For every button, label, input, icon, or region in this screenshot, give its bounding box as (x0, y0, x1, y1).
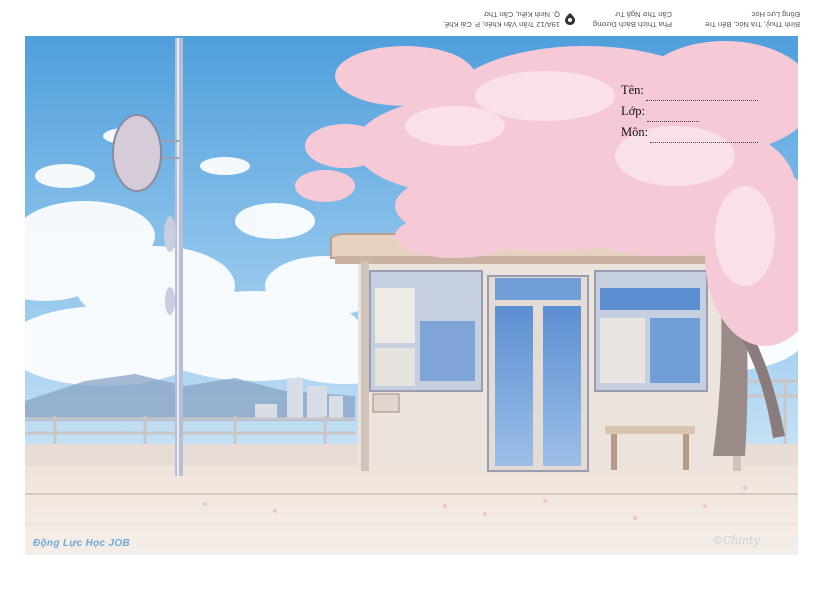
road (25, 466, 798, 555)
header-col-3-line-1: 19A/12 Trần Văn Khéo, P. Cái Khế, (442, 20, 560, 29)
header-col-2-line-2: Cần Thơ Ngã Tư (615, 10, 672, 19)
student-info-form: Tên: Lớp: Môn: (621, 80, 759, 143)
subject-field[interactable]: Môn: (621, 122, 759, 143)
header-col-3: 19A/12 Trần Văn Khéo, P. Cái Khế, Q. Nin… (443, 9, 560, 29)
subject-label: Môn: (621, 125, 649, 139)
location-pin-icon (565, 13, 575, 25)
header-col-2-line-1: Pha Thích Bách Dương (592, 20, 672, 29)
header-info-strip: Bình Thuỷ, Trà Nóc, Bến Tre Đồng Lực Học… (430, 2, 800, 32)
bus-shelter (330, 233, 743, 472)
name-blank-line[interactable] (645, 88, 758, 101)
class-blank-line[interactable] (646, 109, 699, 122)
header-col-1: Bình Thuỷ, Trà Nóc, Bến Tre Đồng Lực Học (705, 9, 800, 29)
name-field[interactable]: Tên: (621, 80, 758, 101)
header-col-1-line-1: Bình Thuỷ, Trà Nóc, Bến Tre (705, 20, 800, 29)
header-col-1-line-2: Đồng Lực Học (751, 10, 800, 19)
artist-signature: ©Chinty (712, 534, 760, 547)
mirror-sign (112, 114, 162, 192)
class-field[interactable]: Lớp: (621, 101, 758, 122)
brand-label: Động Lực Học JOB (33, 538, 130, 549)
header-col-3-line-2: Q. Ninh Kiều, Cần Thơ (483, 10, 560, 19)
subject-blank-line[interactable] (650, 130, 759, 143)
class-label: Lớp: (621, 104, 645, 118)
name-label: Tên: (621, 83, 644, 97)
header-col-2: Pha Thích Bách Dương Cần Thơ Ngã Tư (593, 9, 672, 29)
